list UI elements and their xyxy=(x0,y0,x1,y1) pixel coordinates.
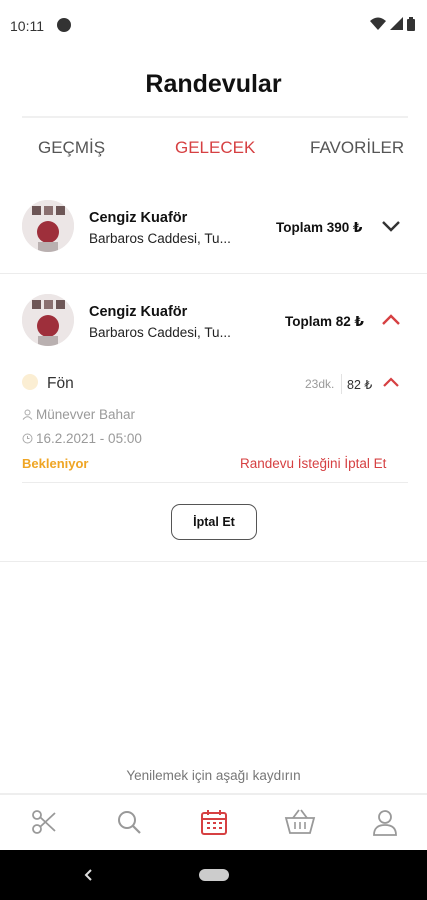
status-icons xyxy=(370,17,415,31)
page-title: Randevular xyxy=(145,70,282,98)
appointment-datetime: 16.2.2021 - 05:00 xyxy=(36,431,142,446)
tab-favorites[interactable]: FAVORİLER xyxy=(310,138,404,158)
back-icon[interactable] xyxy=(83,868,93,882)
service-separator xyxy=(341,374,342,394)
user-icon xyxy=(373,810,397,836)
datetime-row: 16.2.2021 - 05:00 xyxy=(22,431,142,446)
tab-bar: GEÇMİŞ GELECEK FAVORİLER xyxy=(0,138,427,164)
status-bar: 10:11 xyxy=(0,0,427,52)
tab-past[interactable]: GEÇMİŞ xyxy=(38,138,105,158)
card-divider xyxy=(0,273,427,274)
nav-services[interactable] xyxy=(29,807,59,837)
avatar xyxy=(22,200,74,252)
chevron-down-icon[interactable] xyxy=(381,219,401,233)
scissors-icon xyxy=(32,810,56,834)
salon-name: Cengiz Kuaför xyxy=(89,304,188,320)
cancel-button[interactable]: İptal Et xyxy=(171,504,257,540)
service-duration: 23dk. xyxy=(305,377,335,391)
nav-basket[interactable] xyxy=(284,807,316,837)
search-icon xyxy=(118,811,141,834)
bottom-nav xyxy=(0,793,427,852)
salon-address: Barbaros Caddesi, Tu... xyxy=(89,325,231,340)
card-divider xyxy=(0,561,427,562)
nav-appointments[interactable] xyxy=(199,807,229,837)
salon-name: Cengiz Kuaför xyxy=(89,210,188,226)
staff-name: Münevver Bahar xyxy=(36,407,136,422)
appointment-total: Toplam 390 ₺ xyxy=(276,220,363,235)
clock-icon xyxy=(22,433,33,444)
notification-app-icon xyxy=(57,18,71,32)
appointment-total: Toplam 82 ₺ xyxy=(285,314,364,329)
service-price: 82 ₺ xyxy=(347,378,373,392)
system-nav-bar xyxy=(0,850,427,900)
calendar-icon xyxy=(201,810,227,835)
basket-icon xyxy=(284,809,316,834)
status-time: 10:11 xyxy=(10,18,44,34)
service-name: Fön xyxy=(47,375,74,392)
status-badge: Bekleniyor xyxy=(22,456,89,471)
refresh-hint: Yenilemek için aşağı kaydırın xyxy=(126,768,301,783)
staff-row: Münevver Bahar xyxy=(22,407,135,422)
home-pill[interactable] xyxy=(199,869,229,881)
cancel-request-link[interactable]: Randevu İsteğini İptal Et xyxy=(240,456,386,471)
avatar xyxy=(22,294,74,346)
divider xyxy=(22,482,408,483)
battery-icon xyxy=(407,17,415,31)
wifi-icon xyxy=(370,17,386,30)
salon-address: Barbaros Caddesi, Tu... xyxy=(89,231,231,246)
tab-upcoming[interactable]: GELECEK xyxy=(175,138,255,158)
header-divider xyxy=(22,116,408,118)
chevron-up-icon[interactable] xyxy=(382,376,400,388)
nav-profile[interactable] xyxy=(370,807,400,837)
user-icon xyxy=(22,409,33,420)
chevron-up-icon[interactable] xyxy=(381,313,401,327)
signal-icon xyxy=(390,17,403,30)
service-icon xyxy=(22,374,38,390)
nav-search[interactable] xyxy=(114,807,144,837)
